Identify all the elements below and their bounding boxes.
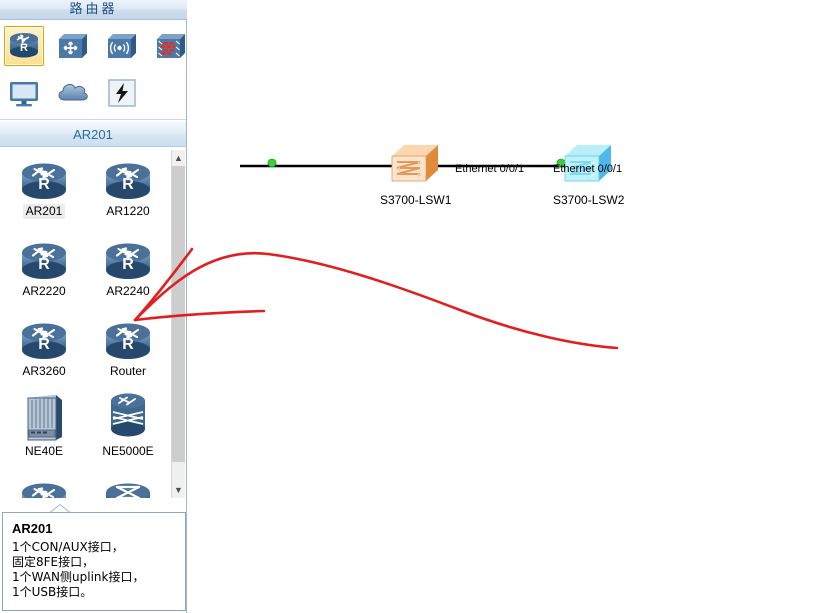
device-item-ar1220[interactable]: R AR1220 [87,150,169,230]
router-icon: R [87,150,169,202]
panel-title: 路由器 [0,0,187,20]
link-label-b: Ethernet 0/0/1 [553,163,623,175]
device-item-ar2220[interactable]: R AR2220 [3,230,85,310]
device-list[interactable]: R AR201 R AR1220 R AR2220 R AR2240 R AR3… [2,150,170,498]
device-item-label: AR2220 [22,284,66,298]
cloud-icon [58,83,88,101]
topology-node-lsw1[interactable]: S3700-LSW1 [380,142,452,207]
router-icon: R [10,33,38,58]
svg-text:R: R [38,496,50,498]
svg-text:R: R [38,336,50,353]
scroll-down-button[interactable]: ▼ [172,482,185,498]
tooltip-line: 1个USB接口。 [12,585,93,599]
device-category-toolbar: R [0,21,186,120]
firewall-tool-button[interactable] [151,26,191,66]
terminal-tool-button[interactable] [4,73,44,113]
wireless-ap-tool-button[interactable] [102,26,142,66]
device-item-label: Router [109,364,147,378]
router-icon: R [3,470,85,498]
switch-3d-icon [391,145,438,182]
switch-icon [59,34,87,58]
connection-tool-button[interactable] [102,73,142,113]
core-router-icon [87,390,169,442]
scrollbar-thumb[interactable] [172,166,185,462]
device-item-label: NE40E [24,444,64,458]
device-item[interactable]: R [3,470,85,498]
router-icon: R [87,310,169,362]
wireless-ap-icon [108,34,136,58]
device-item-ar2240[interactable]: R AR2240 [87,230,169,310]
svg-text:R: R [38,256,50,273]
svg-text:R: R [122,336,134,353]
switch-tool-button[interactable] [53,26,93,66]
svg-text:R: R [122,256,134,273]
device-item-label: AR201 [22,204,66,219]
device-item-label: AR2240 [106,284,150,298]
firewall-icon [157,34,185,58]
device-item-ar3260[interactable]: R AR3260 [3,310,85,390]
device-panel: 路由器 R AR201 R AR201 R AR1220 R AR2220 R … [0,0,187,613]
device-item-ne40e[interactable]: NE40E [3,390,85,470]
router-icon: R [87,230,169,282]
device-item[interactable] [87,470,169,498]
device-item-label: NE5000E [102,444,154,458]
app-root: 路由器 R AR201 R AR201 R AR1220 R AR2220 R … [0,0,813,613]
link-endpoint-dot-a [267,158,277,168]
lightning-icon [108,79,136,107]
device-item-label: AR3260 [22,364,66,378]
router-icon: R [3,150,85,202]
chassis-icon [3,390,85,442]
device-item-ar201[interactable]: R AR201 [3,150,85,230]
device-list-scrollbar[interactable]: ▲ ▼ [171,150,185,498]
device-item-label: AR1220 [106,204,150,218]
device-tooltip: AR201 1个CON/AUX接口， 固定8FE接口， 1个WAN侧uplink接口… [2,512,186,611]
topology-links [240,158,573,168]
scroll-up-button[interactable]: ▲ [172,150,185,166]
router-icon: R [3,230,85,282]
svg-text:R: R [38,176,50,193]
router-icon: R [3,310,85,362]
monitor-icon [10,82,38,107]
link-label-a: Ethernet 0/0/1 [455,163,525,175]
device-item-ne5000e[interactable]: NE5000E [87,390,169,470]
svg-text:R: R [20,42,28,54]
cloud-tool-button[interactable] [53,73,93,113]
tooltip-line: 1个WAN侧uplink接口， [12,570,145,584]
device-item-router[interactable]: R Router [87,310,169,390]
svg-text:R: R [122,176,134,193]
topology-canvas[interactable]: S3700-LSW1 S3700-LSW2 Ethernet 0/0/1 Eth… [188,0,813,613]
section-header-ar201: AR201 [0,121,186,147]
tooltip-line: 固定8FE接口， [12,555,95,569]
node-label-lsw1: S3700-LSW1 [380,193,452,207]
gateway-icon [87,470,169,498]
tooltip-title: AR201 [12,521,53,536]
node-label-lsw2: S3700-LSW2 [553,193,625,207]
router-tool-button[interactable]: R [4,26,44,66]
tooltip-line: 1个CON/AUX接口， [12,540,124,554]
tooltip-body: 1个CON/AUX接口， 固定8FE接口， 1个WAN侧uplink接口， 1个USB… [12,540,176,600]
